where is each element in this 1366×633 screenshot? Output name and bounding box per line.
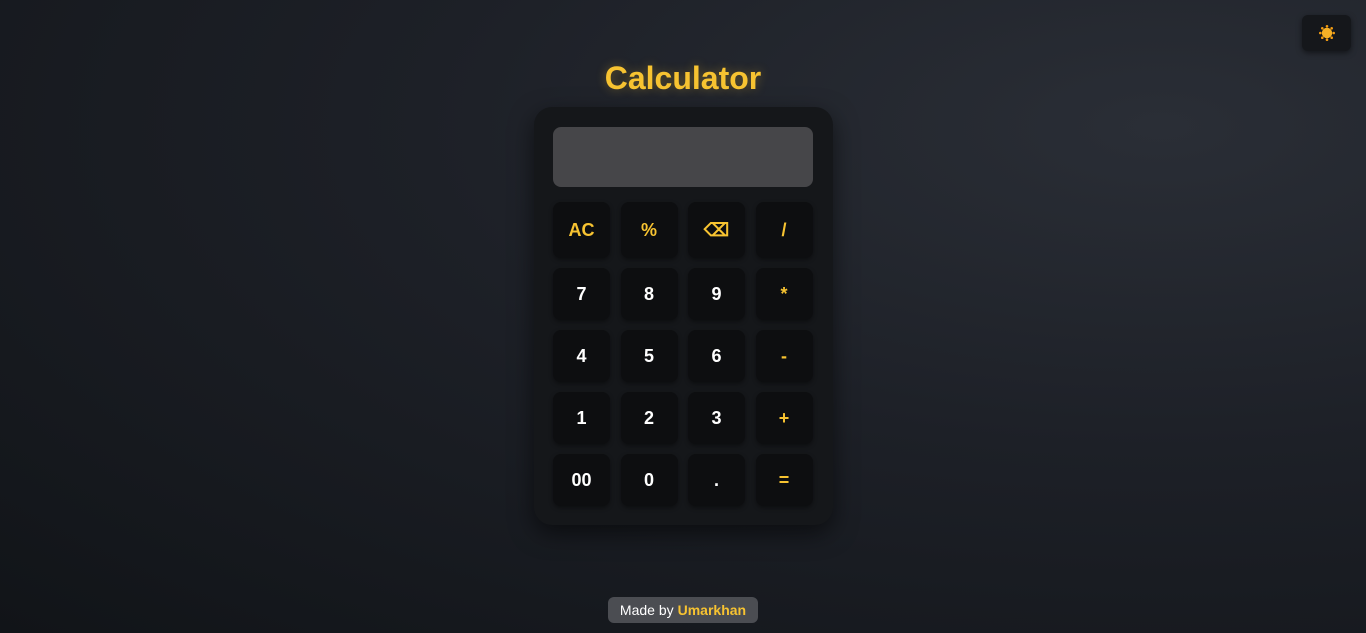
clear-button[interactable]: AC xyxy=(553,202,610,258)
digit-2-button[interactable]: 2 xyxy=(620,392,678,444)
sun-icon xyxy=(1318,25,1335,41)
equals-button[interactable]: = xyxy=(755,454,813,506)
digit-0-button[interactable]: 0 xyxy=(620,454,678,506)
footer-author: Umarkhan xyxy=(677,602,747,618)
digit-5-button[interactable]: 5 xyxy=(620,330,678,382)
page-title: Calculator xyxy=(604,60,762,96)
digit-7-button[interactable]: 7 xyxy=(553,268,610,320)
digit-3-button[interactable]: 3 xyxy=(688,392,745,444)
theme-toggle-button[interactable] xyxy=(1302,15,1351,51)
add-button[interactable]: + xyxy=(755,392,813,444)
digit-9-button[interactable]: 9 xyxy=(688,268,745,320)
keypad: AC% ⌫/ 7 8 9 * 4 5 6- 1 2 3 +00 0. = xyxy=(553,202,813,506)
backspace-button[interactable]: ⌫ xyxy=(688,202,745,258)
digit-8-button[interactable]: 8 xyxy=(620,268,678,320)
subtract-button[interactable]: - xyxy=(755,330,813,382)
percent-button[interactable]: % xyxy=(620,202,678,258)
double-zero-button[interactable]: 00 xyxy=(553,454,610,506)
divide-button[interactable]: / xyxy=(755,202,813,258)
footer-credit: Made by Umarkhan xyxy=(608,597,758,623)
digit-1-button[interactable]: 1 xyxy=(553,392,610,444)
multiply-button[interactable]: * xyxy=(755,268,813,320)
footer-prefix: Made by xyxy=(619,602,674,618)
calculator-display xyxy=(553,127,813,187)
digit-6-button[interactable]: 6 xyxy=(688,330,745,382)
digit-4-button[interactable]: 4 xyxy=(553,330,610,382)
decimal-button[interactable]: . xyxy=(688,454,745,506)
calculator-panel: AC% ⌫/ 7 8 9 * 4 5 6- 1 2 3 +00 0. = xyxy=(534,107,833,525)
